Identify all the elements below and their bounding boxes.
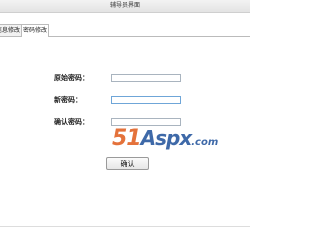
old-password-label: 原始密码：: [54, 74, 89, 82]
confirm-password-input[interactable]: [111, 118, 181, 126]
new-password-label: 新密码：: [54, 96, 82, 104]
watermark-brand: Aspx: [140, 126, 193, 150]
tab-info-edit[interactable]: 信息修改: [0, 24, 22, 36]
window-title: 辅导员界面: [0, 0, 250, 13]
watermark-domain: .com: [191, 137, 219, 148]
old-password-input[interactable]: [111, 74, 181, 82]
site-watermark: 51Aspx.com: [112, 126, 222, 154]
watermark-number: 51: [112, 126, 142, 151]
new-password-input[interactable]: [111, 96, 181, 104]
confirm-button[interactable]: 确认: [106, 157, 149, 170]
confirm-password-label: 确认密码：: [54, 118, 89, 126]
app-window: 辅导员界面 信息修改 密码修改 原始密码： 新密码： 确认密码： 51Aspx.…: [0, 0, 250, 230]
tab-password-edit[interactable]: 密码修改: [21, 24, 49, 37]
bottom-divider: [0, 226, 250, 227]
